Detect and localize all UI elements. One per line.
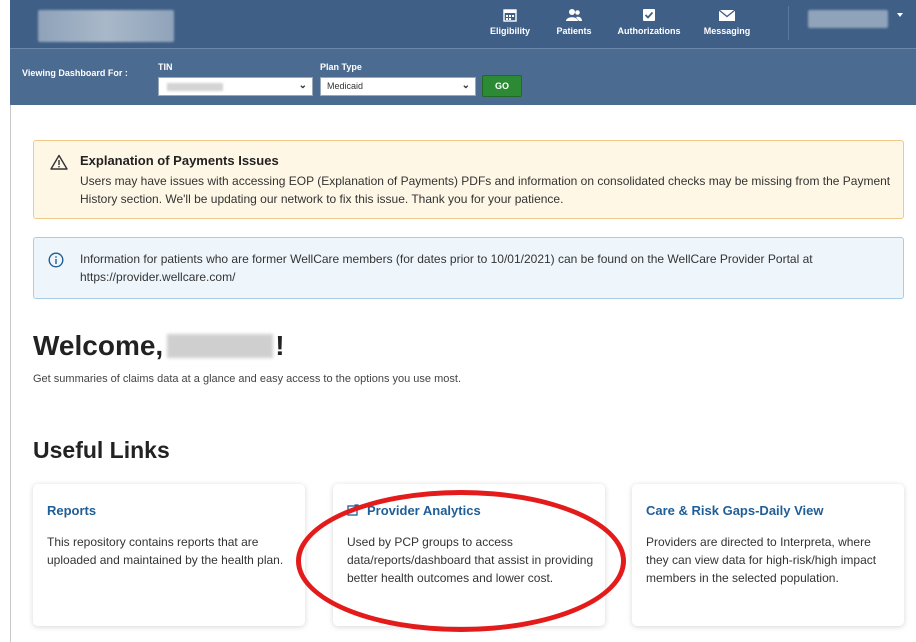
- provider-analytics-card[interactable]: Provider Analytics Used by PCP groups to…: [333, 484, 605, 626]
- warning-icon: [50, 154, 68, 170]
- top-nav-bar: [10, 0, 916, 48]
- nav-patients-label: Patients: [556, 26, 592, 36]
- warning-body: Users may have issues with accessing EOP…: [80, 174, 891, 206]
- patients-icon: [546, 8, 602, 26]
- nav-patients[interactable]: Patients: [546, 8, 602, 44]
- provider-analytics-title: Provider Analytics: [367, 503, 481, 518]
- authorizations-icon: [606, 8, 692, 26]
- plan-type-select[interactable]: Medicaid ⌄: [320, 77, 476, 96]
- nav-authorizations-label: Authorizations: [617, 26, 681, 36]
- tin-value-redacted: [167, 83, 223, 91]
- welcome-subtitle: Get summaries of claims data at a glance…: [33, 373, 461, 385]
- nav-authorizations[interactable]: Authorizations: [606, 8, 692, 44]
- user-menu-redacted[interactable]: [808, 10, 888, 28]
- reports-link[interactable]: Reports: [47, 503, 96, 518]
- chevron-down-icon: ⌄: [461, 80, 470, 91]
- plan-type-label: Plan Type: [320, 62, 362, 72]
- useful-links-heading: Useful Links: [33, 437, 170, 463]
- care-risk-gaps-card[interactable]: Care & Risk Gaps-Daily View Providers ar…: [632, 484, 904, 626]
- welcome-greeting: Welcome,: [33, 330, 164, 361]
- nav-messaging-label: Messaging: [703, 26, 751, 36]
- care-risk-gaps-description: Providers are directed to Interpreta, wh…: [646, 535, 877, 585]
- provider-analytics-link[interactable]: Provider Analytics: [347, 503, 481, 518]
- info-body: Information for patients who are former …: [80, 252, 813, 284]
- chevron-down-icon: ⌄: [298, 80, 307, 91]
- caret-down-icon[interactable]: [897, 13, 903, 17]
- nav-eligibility[interactable]: Eligibility: [478, 8, 542, 44]
- plan-type-value: Medicaid: [327, 81, 364, 91]
- logo-redacted[interactable]: [38, 10, 174, 42]
- reports-description: This repository contains reports that ar…: [47, 535, 284, 567]
- warning-title: Explanation of Payments Issues: [80, 153, 279, 168]
- nav-eligibility-label: Eligibility: [489, 26, 530, 36]
- nav-messaging[interactable]: Messaging: [694, 8, 760, 44]
- reports-card[interactable]: Reports This repository contains reports…: [33, 484, 305, 626]
- go-button[interactable]: GO: [482, 75, 522, 97]
- calendar-icon: [478, 8, 542, 26]
- eop-warning-alert: Explanation of Payments Issues Users may…: [33, 140, 904, 219]
- provider-analytics-description: Used by PCP groups to access data/report…: [347, 535, 594, 585]
- external-link-icon: [347, 504, 359, 516]
- welcome-suffix: !: [275, 330, 285, 361]
- tin-label: TIN: [158, 62, 173, 72]
- wellcare-info-alert: Information for patients who are former …: [33, 237, 904, 299]
- welcome-heading: Welcome,!: [33, 330, 285, 362]
- envelope-icon: [694, 8, 760, 26]
- tin-select[interactable]: ⌄: [158, 77, 313, 96]
- care-risk-gaps-link[interactable]: Care & Risk Gaps-Daily View: [646, 503, 824, 518]
- info-icon: [48, 252, 64, 268]
- viewing-dashboard-label: Viewing Dashboard For :: [22, 68, 128, 78]
- nav-divider: [788, 6, 789, 40]
- user-name-redacted: [167, 334, 274, 358]
